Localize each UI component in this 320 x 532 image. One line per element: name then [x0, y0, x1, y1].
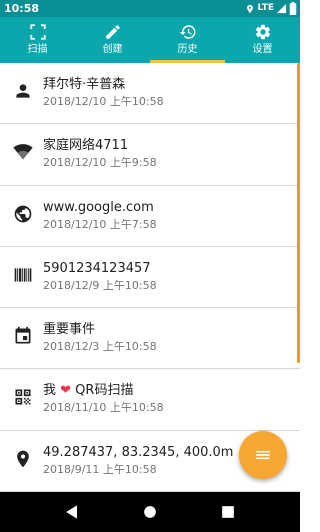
tab-create[interactable]: 创建 — [75, 17, 150, 63]
menu-lines-icon — [256, 450, 270, 460]
wifi-icon — [13, 144, 33, 160]
tab-settings[interactable]: 设置 — [225, 17, 300, 63]
history-item-calendar[interactable]: 重要事件 2018/12/3 上午10:58 — [0, 308, 300, 370]
tab-scan[interactable]: 扫描 — [0, 17, 75, 63]
tab-scan-label: 扫描 — [27, 44, 48, 55]
history-icon — [179, 25, 195, 39]
signal-icon — [276, 3, 287, 14]
recents-square-icon[interactable] — [218, 502, 238, 522]
history-item-title: 我 ❤ QR码扫描 — [43, 382, 133, 400]
calendar-icon — [15, 327, 31, 344]
status-indicators: LTE — [245, 1, 297, 16]
history-item-date: 2018/12/10 上午10:58 — [43, 95, 164, 108]
history-item-wifi[interactable]: 家庭网络4711 2018/12/10 上午9:58 — [0, 124, 300, 186]
pencil-icon — [105, 25, 120, 39]
history-item-date: 2018/9/11 上午10:58 — [43, 462, 157, 476]
history-item-title: 5901234123457 — [43, 260, 151, 276]
tab-settings-label: 设置 — [252, 44, 273, 55]
tab-history-label: 历史 — [177, 44, 198, 55]
tab-bar: 扫描 创建 历史 设置 — [0, 17, 300, 63]
location-status-icon — [247, 4, 254, 13]
history-item-date: 2018/11/10 上午10:58 — [43, 401, 164, 415]
scrollbar[interactable] — [297, 63, 300, 363]
globe-icon — [14, 205, 32, 222]
tab-create-label: 创建 — [102, 44, 123, 55]
qr-code-icon — [15, 389, 31, 405]
navigation-bar — [0, 492, 300, 532]
fab-menu-button[interactable] — [239, 431, 287, 479]
history-item-title: 拜尔特·辛普森 — [43, 77, 126, 92]
back-triangle-icon[interactable] — [62, 502, 82, 522]
heart-icon: ❤ — [60, 383, 72, 399]
history-item-title: 家庭网络4711 — [43, 138, 129, 154]
title-suffix: QR码扫描 — [71, 383, 134, 399]
home-circle-icon[interactable] — [140, 502, 160, 522]
history-item-title: 49.287437, 83.2345, 400.0m — [43, 444, 234, 460]
history-item-title: 重要事件 — [43, 322, 96, 338]
history-item-contact[interactable]: 拜尔特·辛普森 2018/12/10 上午10:58 — [0, 63, 300, 125]
title-prefix: 我 — [43, 383, 61, 399]
scan-frame-icon — [29, 24, 46, 40]
history-list: 拜尔特·辛普森 2018/12/10 上午10:58 家庭网络4711 2018… — [0, 63, 300, 492]
history-item-qr[interactable]: 我 ❤ QR码扫描 2018/11/10 上午10:58 — [0, 369, 300, 431]
network-type-label: LTE — [257, 3, 274, 13]
history-item-url[interactable]: www.google.com 2018/12/10 上午7:58 — [0, 186, 300, 247]
tab-history[interactable]: 历史 — [150, 17, 225, 63]
history-item-date: 2018/12/10 上午7:58 — [43, 217, 157, 231]
battery-icon — [289, 2, 297, 15]
gear-icon — [255, 24, 270, 40]
history-item-date: 2018/12/10 上午9:58 — [43, 156, 157, 170]
location-pin-icon — [17, 450, 29, 468]
status-time: 10:58 — [4, 2, 40, 15]
status-bar: 10:58 LTE — [0, 0, 300, 17]
history-item-date: 2018/12/3 上午10:58 — [43, 340, 157, 354]
history-item-date: 2018/12/9 上午10:58 — [43, 278, 157, 292]
person-icon — [16, 84, 30, 98]
history-item-barcode[interactable]: 5901234123457 2018/12/9 上午10:58 — [0, 247, 300, 309]
history-item-title: www.google.com — [43, 199, 154, 215]
barcode-icon — [14, 268, 32, 282]
